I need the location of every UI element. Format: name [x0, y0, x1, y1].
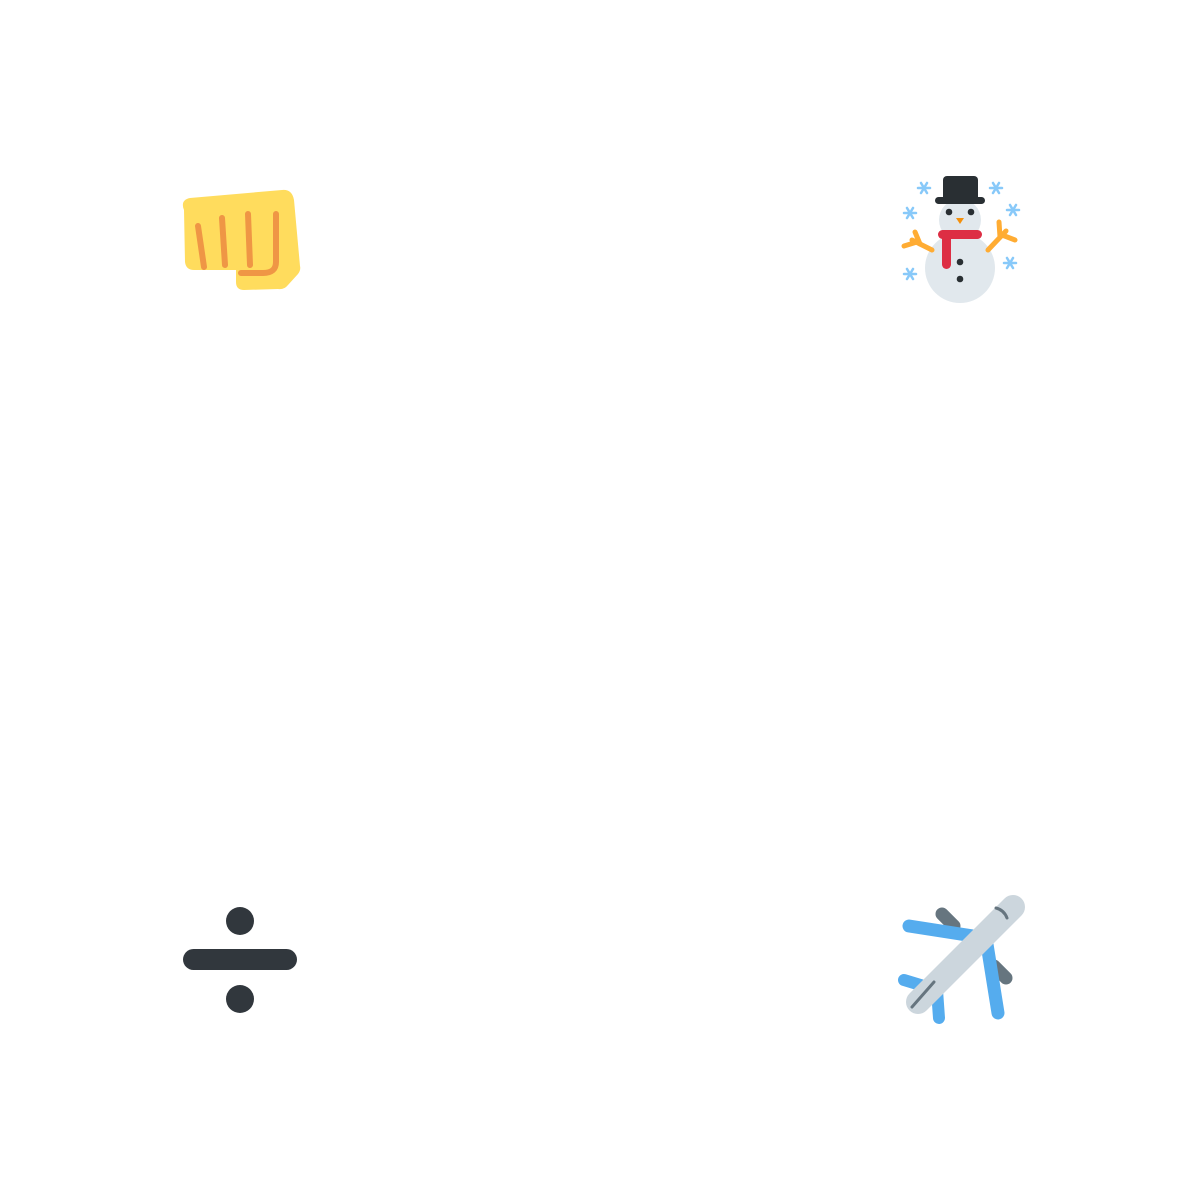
fist-shape [182, 189, 301, 290]
division-glyph [183, 907, 297, 1013]
snowman-icon [890, 170, 1030, 310]
airplane-icon [890, 890, 1030, 1030]
division-sign-icon [170, 890, 310, 1030]
airplane-shape [898, 895, 1025, 1024]
snowman-hat [935, 176, 985, 204]
emoji-grid [0, 0, 1200, 1200]
oncoming-fist-icon [170, 170, 310, 310]
snowman-body [925, 199, 995, 303]
